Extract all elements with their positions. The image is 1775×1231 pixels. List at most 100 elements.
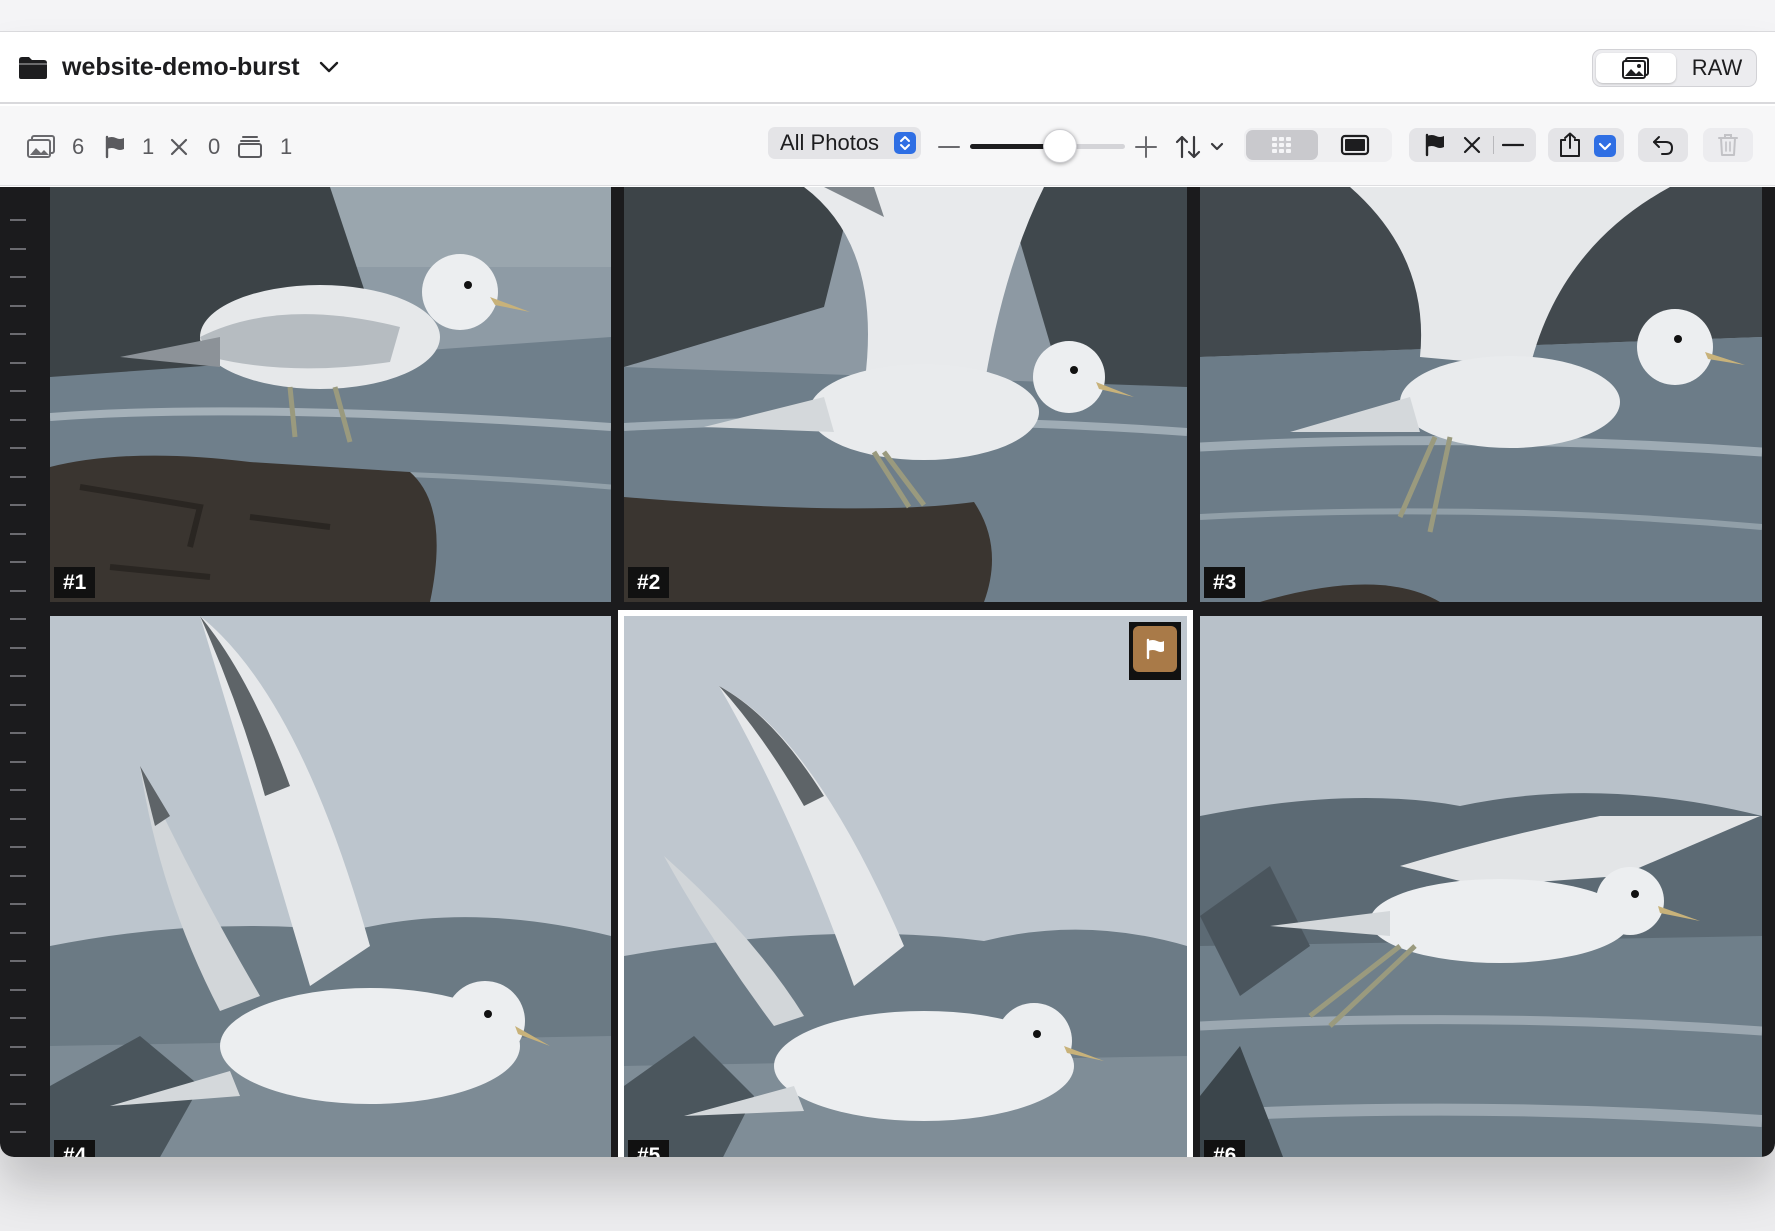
filter-select[interactable]: All Photos	[768, 127, 921, 159]
ruler-tick	[10, 533, 26, 535]
photo-index-badge: #6	[1204, 1140, 1246, 1157]
photo-index-badge: #4	[54, 1140, 96, 1157]
photo-icon	[1622, 57, 1649, 79]
photo-index-badge: #2	[628, 567, 670, 598]
ruler-tick	[10, 761, 26, 763]
unflag-button-icon[interactable]	[1502, 143, 1524, 147]
title-bar: website-demo-burst RAW	[0, 32, 1775, 104]
flag-icon	[1146, 638, 1164, 660]
photo-seagull-flight-glide	[624, 616, 1187, 1157]
top-strip	[0, 0, 1775, 32]
ruler-tick	[10, 960, 26, 962]
stacks-count: 1	[280, 134, 293, 159]
undo-button[interactable]	[1638, 128, 1688, 162]
photo-thumbnail-6[interactable]: #6	[1200, 616, 1762, 1157]
ruler-tick	[10, 504, 26, 506]
app-window: website-demo-burst RAW 6 1 0 1 All Photo…	[0, 32, 1775, 1157]
ruler-tick	[10, 248, 26, 250]
ruler-tick	[10, 333, 26, 335]
ruler-tick	[10, 1017, 26, 1019]
folder-name[interactable]: website-demo-burst	[62, 51, 300, 83]
photos-stack-icon	[27, 135, 55, 158]
zoom-slider-knob[interactable]	[1042, 129, 1077, 163]
flagged-count-stat: 1	[142, 132, 154, 162]
jpeg-preview-option[interactable]	[1596, 53, 1676, 83]
ruler-tick	[10, 1046, 26, 1048]
trash-icon	[1718, 134, 1738, 156]
ruler-tick	[10, 219, 26, 221]
photo-thumbnail-2[interactable]: #2	[624, 187, 1187, 602]
photo-thumbnail-1[interactable]: #1	[50, 187, 611, 602]
undo-icon	[1653, 136, 1674, 155]
share-menu-button[interactable]	[1594, 135, 1616, 157]
delete-button[interactable]	[1703, 128, 1753, 162]
toolbar: 6 1 0 1 All Photos	[0, 106, 1775, 186]
timeline-ruler[interactable]	[0, 187, 44, 1157]
ruler-tick	[10, 1131, 26, 1133]
sort-arrows-icon[interactable]	[1174, 134, 1226, 160]
ruler-tick	[10, 846, 26, 848]
ruler-tick	[10, 932, 26, 934]
ruler-tick	[10, 276, 26, 278]
ruler-tick	[10, 476, 26, 478]
rejected-count-stat: 0	[208, 132, 220, 162]
ruler-tick	[10, 732, 26, 734]
rejected-count: 0	[208, 134, 221, 159]
stack-icon	[238, 136, 262, 158]
raw-option[interactable]: RAW	[1681, 53, 1753, 83]
flagged-count: 1	[142, 134, 155, 159]
photo-index-badge: #3	[1204, 567, 1246, 598]
ruler-tick	[10, 818, 26, 820]
photo-index-badge: #5	[628, 1140, 670, 1157]
format-toggle: RAW	[1592, 49, 1757, 87]
flag-icon	[105, 135, 124, 159]
ruler-tick	[10, 561, 26, 563]
photo-thumbnail-4[interactable]: #4	[50, 616, 611, 1157]
flagged-indicator	[1129, 622, 1181, 680]
folder-icon	[19, 57, 47, 79]
view-mode-toggle	[1244, 128, 1392, 162]
stacks-count-stat: 1	[280, 132, 292, 162]
photos-count: 6	[72, 134, 85, 159]
ruler-tick	[10, 618, 26, 620]
ruler-tick	[10, 903, 26, 905]
chevron-down-icon[interactable]	[318, 60, 340, 74]
photo-seagull-takeoff	[624, 187, 1187, 602]
photo-seagull-perched	[50, 187, 611, 602]
photo-thumbnail-5[interactable]: #5	[618, 610, 1193, 1157]
ruler-tick	[10, 447, 26, 449]
minus-icon[interactable]	[938, 145, 960, 149]
ruler-tick	[10, 789, 26, 791]
ruler-tick	[10, 305, 26, 307]
ruler-tick	[10, 675, 26, 677]
ruler-tick	[10, 989, 26, 991]
flag-button-icon[interactable]	[1423, 133, 1447, 157]
updown-chevron-icon	[894, 132, 916, 154]
chevron-down-icon	[1598, 142, 1612, 151]
ruler-tick	[10, 1103, 26, 1105]
ruler-tick	[10, 362, 26, 364]
photo-index-badge: #1	[54, 567, 96, 598]
ruler-tick	[10, 1074, 26, 1076]
separator	[1493, 136, 1494, 154]
share-control	[1548, 128, 1624, 162]
photo-seagull-flight-up	[50, 616, 611, 1157]
photo-seagull-flight-level	[1200, 616, 1762, 1157]
single-photo-icon	[1340, 134, 1370, 156]
filter-select-label: All Photos	[780, 130, 880, 155]
share-icon[interactable]	[1558, 132, 1582, 158]
grid-view-button[interactable]	[1246, 130, 1318, 160]
zoom-slider[interactable]	[970, 129, 1125, 163]
ruler-tick	[10, 419, 26, 421]
plus-icon[interactable]	[1135, 136, 1157, 158]
photo-thumbnail-3[interactable]: #3	[1200, 187, 1762, 602]
reject-button-icon[interactable]	[1462, 135, 1482, 155]
single-view-button[interactable]	[1320, 130, 1390, 160]
grid-icon	[1272, 137, 1291, 153]
ruler-tick	[10, 647, 26, 649]
photos-count-stat: 6	[72, 132, 84, 162]
rating-controls	[1409, 128, 1536, 162]
photo-seagull-lift	[1200, 187, 1762, 602]
ruler-tick	[10, 590, 26, 592]
ruler-tick	[10, 704, 26, 706]
